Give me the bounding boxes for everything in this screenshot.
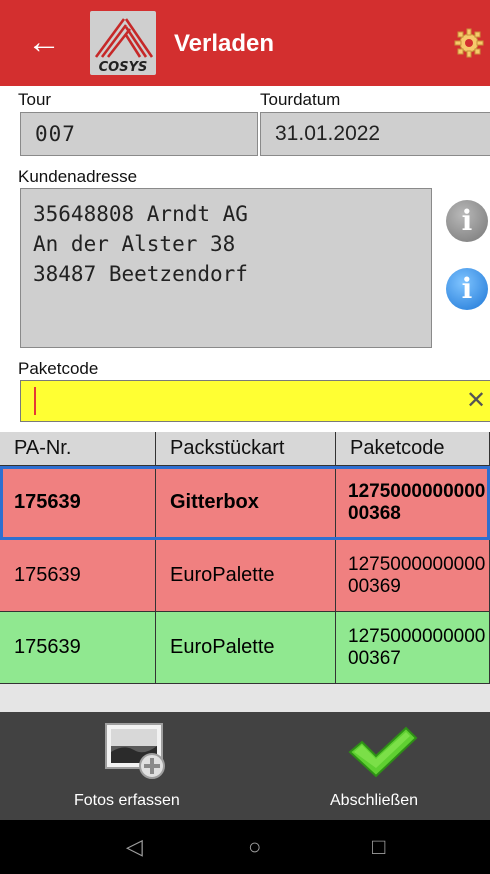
table-row-cell-code[interactable]: 127500000000000367 bbox=[336, 612, 490, 684]
paketcode-input[interactable] bbox=[20, 380, 490, 422]
table-row-cell-code[interactable]: 127500000000000368 bbox=[336, 466, 490, 540]
nav-back-icon[interactable]: ◁ bbox=[126, 820, 143, 874]
table-row-cell-art[interactable]: Gitterbox bbox=[156, 466, 336, 540]
logo-text: COSYS bbox=[99, 60, 148, 75]
table-row-cell-code[interactable]: 127500000000000369 bbox=[336, 540, 490, 612]
fotos-erfassen-button[interactable]: Fotos erfassen bbox=[74, 792, 180, 810]
address-line: 35648808 Arndt AG bbox=[33, 202, 248, 226]
column-header-packstueckart[interactable]: Packstückart bbox=[156, 432, 336, 466]
tourdatum-label: Tourdatum bbox=[260, 90, 341, 109]
info-icon[interactable]: i bbox=[446, 268, 488, 310]
package-table: PA-Nr. Packstückart Paketcode 175639 Git… bbox=[0, 432, 490, 712]
close-icon[interactable]: ✕ bbox=[466, 385, 486, 417]
table-row-cell-pa-nr[interactable]: 175639 bbox=[0, 466, 156, 540]
tourdatum-field[interactable]: 31.01.2022 bbox=[260, 112, 490, 156]
page-title: Verladen bbox=[174, 30, 275, 57]
abschliessen-button[interactable]: Abschließen bbox=[330, 792, 418, 810]
table-row-cell-pa-nr[interactable]: 175639 bbox=[0, 540, 156, 612]
photo-add-icon[interactable] bbox=[104, 722, 170, 780]
checkmark-icon[interactable] bbox=[346, 724, 420, 780]
info-icon[interactable]: i bbox=[446, 200, 488, 242]
kundenadresse-field[interactable]: 35648808 Arndt AG An der Alster 38 38487… bbox=[20, 188, 432, 348]
address-line: An der Alster 38 bbox=[33, 232, 236, 256]
system-nav-bar bbox=[0, 820, 490, 874]
text-cursor bbox=[34, 387, 36, 415]
column-header-paketcode[interactable]: Paketcode bbox=[336, 432, 490, 466]
nav-recents-icon[interactable]: □ bbox=[372, 820, 385, 874]
arrow-left-icon[interactable]: ← bbox=[24, 22, 64, 62]
nav-home-icon[interactable]: ○ bbox=[248, 820, 261, 874]
tour-field[interactable]: 007 bbox=[20, 112, 258, 156]
kundenadresse-label: Kundenadresse bbox=[18, 167, 138, 186]
tour-label: Tour bbox=[18, 90, 52, 109]
app-logo: COSYS bbox=[90, 11, 156, 75]
table-row-cell-pa-nr[interactable]: 175639 bbox=[0, 612, 156, 684]
gear-icon[interactable] bbox=[454, 28, 484, 58]
column-header-pa-nr[interactable]: PA-Nr. bbox=[0, 432, 156, 466]
table-row-cell-art[interactable]: EuroPalette bbox=[156, 612, 336, 684]
address-line: 38487 Beetzendorf bbox=[33, 262, 248, 286]
table-row-cell-art[interactable]: EuroPalette bbox=[156, 540, 336, 612]
paketcode-label: Paketcode bbox=[18, 359, 99, 378]
